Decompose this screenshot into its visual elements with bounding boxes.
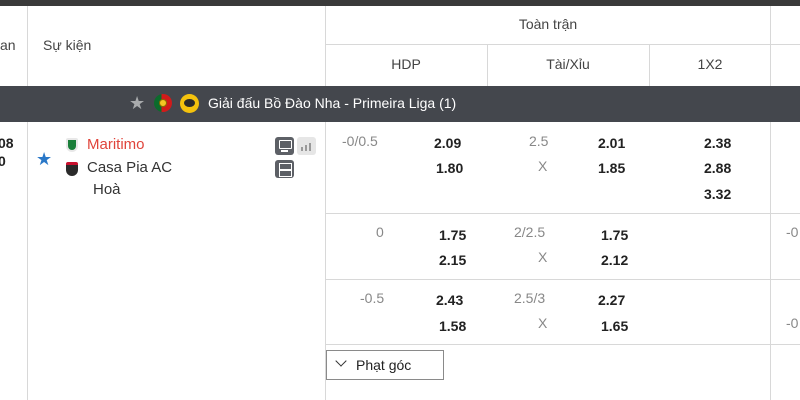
ou-line: 2.5 bbox=[529, 133, 549, 149]
stats-chart-icon[interactable] bbox=[297, 137, 316, 155]
match-time-fragment: 08 bbox=[0, 135, 14, 151]
top-bar bbox=[0, 0, 800, 6]
ou-line: 2.5/3 bbox=[514, 290, 546, 306]
home-team-name[interactable]: Maritimo bbox=[87, 137, 145, 153]
ou-under-marker: X bbox=[538, 158, 548, 174]
divider bbox=[649, 44, 650, 86]
ou-under-marker: X bbox=[538, 315, 548, 331]
ou-under-odds[interactable]: 2.12 bbox=[601, 252, 628, 268]
hdp-away-odds[interactable]: 2.15 bbox=[439, 252, 466, 268]
ou-under-odds[interactable]: 1.85 bbox=[598, 160, 625, 176]
divider bbox=[325, 213, 800, 214]
corner-kicks-button[interactable]: Phạt góc bbox=[326, 350, 444, 380]
home-team-logo-icon bbox=[66, 138, 78, 152]
divider bbox=[325, 344, 800, 345]
hdp-line: 0 bbox=[376, 224, 384, 240]
hdp-line: -0.5 bbox=[360, 290, 385, 306]
hdp-away-odds[interactable]: 1.58 bbox=[439, 318, 466, 334]
ou-line: 2/2.5 bbox=[514, 224, 546, 240]
event-column-header: Sự kiện bbox=[43, 37, 92, 53]
draw-label: Hoà bbox=[93, 181, 121, 198]
1x2-header[interactable]: 1X2 bbox=[698, 56, 723, 72]
over-under-header[interactable]: Tài/Xỉu bbox=[546, 56, 590, 72]
hdp-home-odds[interactable]: 1.75 bbox=[439, 227, 466, 243]
1x2-draw-odds[interactable]: 3.32 bbox=[704, 186, 731, 202]
divider bbox=[325, 279, 800, 280]
hdp-line-next: -0 bbox=[786, 315, 799, 331]
league-name[interactable]: Giải đấu Bồ Đào Nha - Primeira Liga (1) bbox=[208, 95, 456, 111]
1x2-home-odds[interactable]: 2.38 bbox=[704, 135, 731, 151]
divider bbox=[27, 6, 28, 400]
live-tv-icon[interactable] bbox=[275, 137, 294, 155]
divider bbox=[325, 6, 326, 86]
corner-kicks-label: Phạt góc bbox=[356, 357, 412, 373]
divider bbox=[770, 122, 771, 400]
hdp-home-odds[interactable]: 2.09 bbox=[434, 135, 461, 151]
hdp-away-odds[interactable]: 1.80 bbox=[436, 160, 463, 176]
chevron-down-icon bbox=[335, 355, 347, 367]
divider bbox=[770, 6, 771, 86]
ou-over-odds[interactable]: 2.27 bbox=[598, 292, 625, 308]
1x2-away-odds[interactable]: 2.88 bbox=[704, 160, 731, 176]
hdp-line: -0/0.5 bbox=[342, 133, 378, 149]
league-logo-icon bbox=[180, 94, 199, 113]
match-time-fragment: 0 bbox=[0, 153, 6, 169]
away-team-logo-icon bbox=[66, 162, 78, 176]
ou-under-odds[interactable]: 1.65 bbox=[601, 318, 628, 334]
time-column-header: an bbox=[0, 37, 16, 53]
ou-over-odds[interactable]: 1.75 bbox=[601, 227, 628, 243]
ou-over-odds[interactable]: 2.01 bbox=[598, 135, 625, 151]
league-favorite-star-icon[interactable]: ★ bbox=[129, 94, 145, 112]
hdp-header[interactable]: HDP bbox=[391, 56, 421, 72]
hdp-home-odds[interactable]: 2.43 bbox=[436, 292, 463, 308]
hdp-line-next: -0 bbox=[786, 224, 799, 240]
divider bbox=[487, 44, 488, 86]
match-favorite-star-icon[interactable]: ★ bbox=[36, 150, 52, 168]
ou-under-marker: X bbox=[538, 249, 548, 265]
lineup-icon[interactable] bbox=[275, 160, 294, 178]
full-match-header: Toàn trận bbox=[518, 16, 578, 32]
away-team-name[interactable]: Casa Pia AC bbox=[87, 160, 172, 176]
divider bbox=[325, 44, 800, 45]
portugal-flag-icon bbox=[154, 94, 172, 112]
